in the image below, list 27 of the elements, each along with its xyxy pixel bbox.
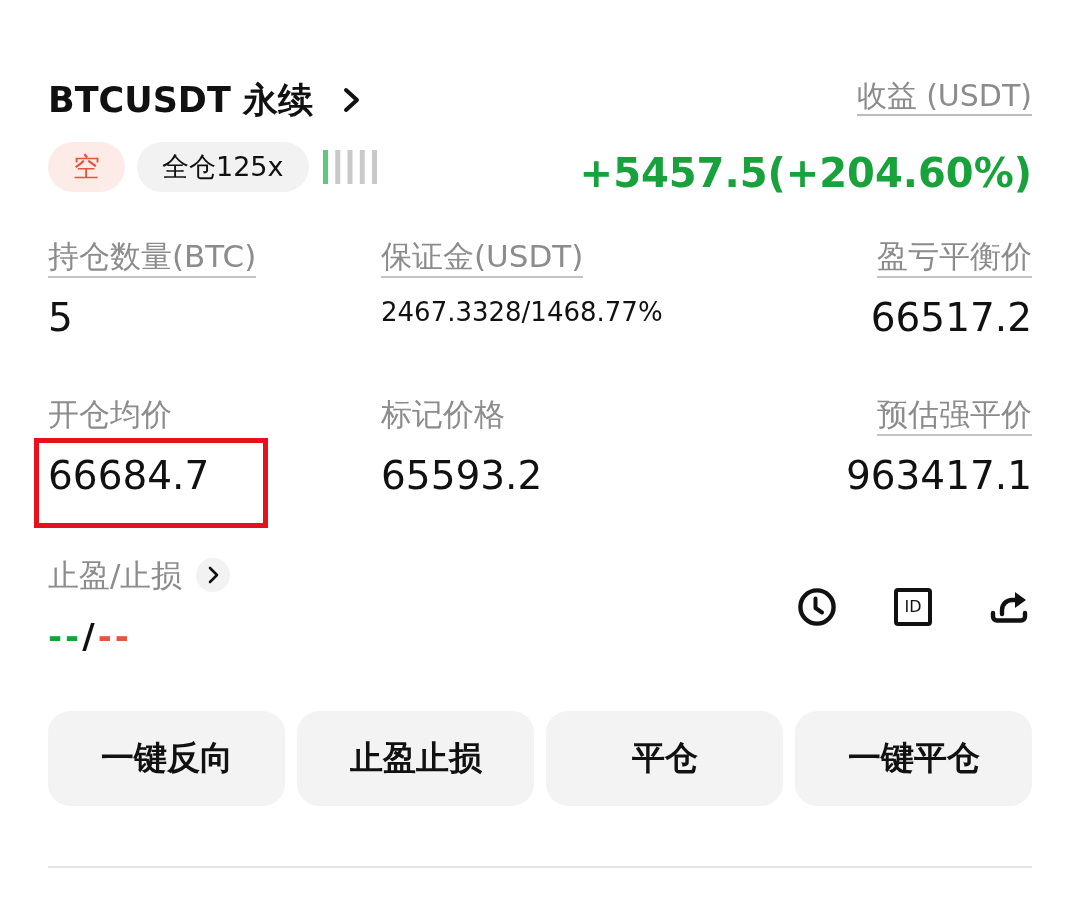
stat-label: 标记价格 [381, 395, 505, 434]
stat-value: 5 [48, 294, 73, 342]
action-button[interactable]: 平仓 [546, 711, 783, 806]
stat-value: 65593.2 [381, 452, 543, 500]
tpsl-value: --/-- [48, 615, 132, 658]
action-button[interactable]: 一键反向 [48, 711, 285, 806]
stat-value: 66517.2 [870, 294, 1032, 342]
stat-value: 2467.3328/1468.77% [381, 296, 663, 329]
stat-label: 盈亏平衡价 [877, 236, 1032, 278]
id-button[interactable]: ID [894, 587, 932, 626]
margin-mode-tag: 全仓125x [137, 142, 309, 192]
stat-label: 开仓均价 [48, 395, 172, 434]
position-side-tag: 空 [48, 142, 125, 192]
contract-title: BTCUSDT 永续 [48, 79, 313, 122]
stat-label: 预估强平价 [877, 394, 1032, 436]
stat-value: 66684.7 [48, 452, 210, 500]
stat-label: 保证金(USDT) [381, 236, 584, 278]
stat-label: 持仓数量(BTC) [48, 236, 257, 278]
action-button[interactable]: 一键平仓 [795, 711, 1032, 806]
clock-icon[interactable] [798, 587, 836, 626]
chevron-right-icon[interactable] [196, 558, 231, 592]
pnl-value: +5457.5(+204.60%) [579, 149, 1032, 198]
pnl-label: 收益 (USDT) [856, 78, 1032, 116]
tpsl-label: 止盈/止损 [48, 556, 183, 595]
action-button[interactable]: 止盈止损 [297, 711, 534, 806]
chevron-right-icon[interactable] [343, 87, 361, 113]
stat-value: 963417.1 [845, 452, 1032, 500]
